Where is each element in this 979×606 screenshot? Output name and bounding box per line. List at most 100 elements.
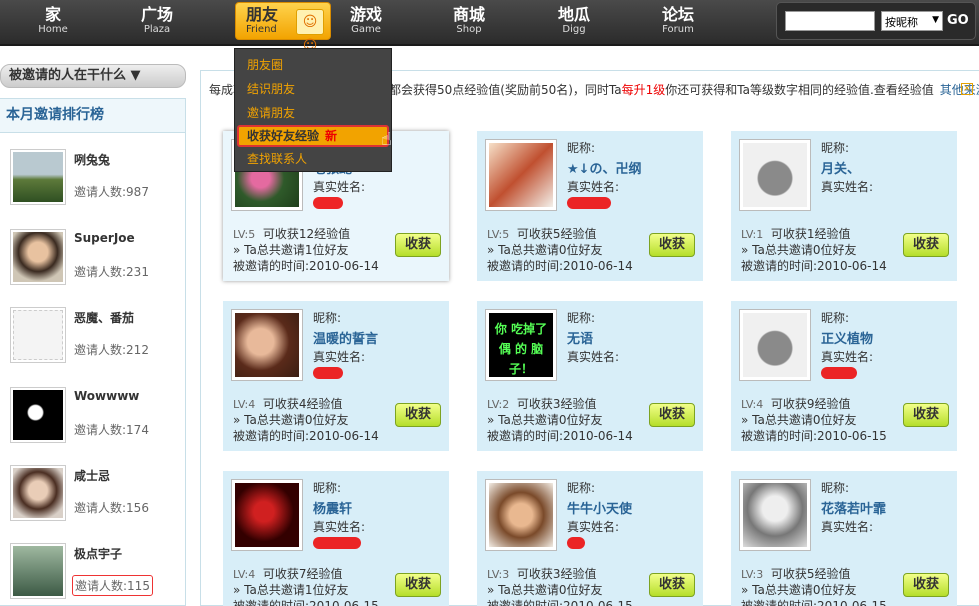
harvest-button[interactable]: 收获 — [903, 573, 949, 597]
rank-name[interactable]: 咧兔兔 — [74, 151, 110, 168]
invitee-activity-toggle[interactable]: 被邀请的人在干什么 ▼ — [0, 64, 186, 88]
avatar[interactable] — [10, 543, 66, 599]
friend-card: 昵称: 正义植物 真实姓名: LV:4 可收获9经验值 » Ta总共邀请0位好友… — [731, 301, 957, 451]
invite-time: 被邀请的时间:2010-06-15 — [233, 599, 379, 606]
avatar[interactable] — [739, 309, 811, 381]
avatar[interactable] — [485, 139, 557, 211]
nickname[interactable]: 杨震轩 — [313, 498, 352, 517]
rank-item[interactable]: Wowwww 邀请人数:174 — [8, 387, 178, 449]
nickname[interactable]: 牛牛小天使 — [567, 498, 632, 517]
menu-item-find-contacts[interactable]: 查找联系人 — [235, 147, 391, 171]
rank-name[interactable]: SuperJoe — [74, 231, 135, 245]
nav-forum[interactable]: 论坛 Forum — [643, 6, 713, 36]
level-value: LV:3 — [741, 568, 764, 581]
nickname[interactable]: 正义植物 — [821, 328, 873, 347]
sidebar: 被邀请的人在干什么 ▼ 本月邀请排行榜 咧兔兔 邀请人数:987 SuperJo… — [0, 60, 186, 606]
avatar[interactable] — [739, 479, 811, 551]
rank-name[interactable]: 咸士忌 — [74, 467, 110, 484]
nickname[interactable]: 月关、 — [821, 158, 860, 177]
avatar[interactable] — [231, 479, 303, 551]
avatar[interactable] — [10, 387, 66, 443]
avatar[interactable] — [10, 149, 66, 205]
real-name-label: 真实姓名: — [313, 350, 366, 364]
avatar[interactable] — [10, 465, 66, 521]
nav-home-label: 家 — [44, 5, 61, 24]
nav-digg[interactable]: 地瓜 Digg — [539, 6, 609, 36]
rank-item[interactable]: 咸士忌 邀请人数:156 — [8, 465, 178, 527]
harvest-button[interactable]: 收获 — [649, 573, 695, 597]
invite-count: » Ta总共邀请0位好友 — [741, 243, 857, 257]
harvest-button[interactable]: 收获 — [903, 233, 949, 257]
nav-shop-sub: Shop — [456, 24, 482, 35]
avatar[interactable] — [10, 307, 66, 363]
other-sources-link[interactable]: 其他来源 — [940, 83, 979, 97]
invite-count: » Ta总共邀请0位好友 — [233, 413, 349, 427]
nav-plaza[interactable]: 广场 Plaza — [122, 6, 192, 36]
redaction-mark — [567, 197, 611, 209]
nav-game[interactable]: 游戏 Game — [331, 6, 401, 36]
harvest-button[interactable]: 收获 — [395, 233, 441, 257]
rank-count: 邀请人数:174 — [74, 423, 149, 437]
avatar[interactable]: 你 吃掉了 偶 的 脑子！ — [485, 309, 557, 381]
invite-time: 被邀请的时间:2010-06-15 — [741, 599, 887, 606]
menu-item-invite-friends[interactable]: 邀请朋友 — [235, 101, 391, 125]
go-button[interactable]: GO — [947, 11, 969, 31]
level-value: LV:5 — [487, 228, 510, 241]
avatar[interactable] — [231, 309, 303, 381]
real-name-label: 真实姓名: — [567, 180, 620, 194]
redaction-mark — [313, 367, 343, 379]
menu-item-friend-circle[interactable]: 朋友圈 — [235, 53, 391, 77]
ranking-panel: 本月邀请排行榜 咧兔兔 邀请人数:987 SuperJoe 邀请人数:231 恶… — [0, 98, 186, 606]
search-input[interactable] — [785, 11, 875, 31]
rank-name[interactable]: Wowwww — [74, 389, 139, 403]
nav-shop[interactable]: 商城 Shop — [434, 6, 504, 36]
harvest-button[interactable]: 收获 — [649, 233, 695, 257]
card-level: LV:5 可收获5经验值 — [487, 225, 597, 242]
nav-home[interactable]: 家 Home — [18, 6, 88, 36]
nav-shop-label: 商城 — [452, 5, 485, 24]
rank-name[interactable]: 极点宇子 — [74, 545, 122, 562]
nickname[interactable]: 无语 — [567, 328, 593, 347]
rank-item[interactable]: SuperJoe 邀请人数:231 — [8, 229, 178, 291]
exp-gain: 可收获5经验值 — [516, 227, 597, 241]
nav-friend[interactable]: 朋友 Friend ☺☺ — [235, 2, 331, 54]
search-type-select[interactable]: 按昵称 ▼ — [881, 11, 943, 31]
invite-count: » Ta总共邀请1位好友 — [233, 583, 349, 597]
rank-item[interactable]: 咧兔兔 邀请人数:987 — [8, 149, 178, 211]
friend-card: 昵称: ★↓の、卍纲 真实姓名: LV:5 可收获5经验值 » Ta总共邀请0位… — [477, 131, 703, 281]
nickname-label: 昵称: — [821, 311, 850, 325]
harvest-button[interactable]: 收获 — [649, 403, 695, 427]
close-icon[interactable]: × — [961, 83, 973, 95]
exp-gain: 可收获1经验值 — [770, 227, 851, 241]
rank-count: 邀请人数:987 — [74, 185, 149, 199]
level-value: LV:4 — [741, 398, 764, 411]
nickname[interactable]: ★↓の、卍纲 — [567, 158, 642, 177]
card-level: LV:4 可收获7经验值 — [233, 565, 343, 582]
real-name-label: 真实姓名: — [821, 180, 874, 194]
rank-item[interactable]: 恶魔、番茄 邀请人数:212 — [8, 307, 178, 369]
rank-name[interactable]: 恶魔、番茄 — [74, 309, 134, 326]
nav-home-sub: Home — [38, 24, 68, 35]
menu-item-meet-friends[interactable]: 结识朋友 — [235, 77, 391, 101]
nav-digg-label: 地瓜 — [557, 5, 590, 24]
avatar[interactable] — [485, 479, 557, 551]
notice-highlight: 每升1级 — [621, 83, 666, 97]
rank-count: 邀请人数:156 — [74, 501, 149, 515]
real-name-label: 真实姓名: — [313, 520, 366, 534]
menu-item-harvest-exp[interactable]: 收获好友经验新 — [237, 125, 389, 147]
redaction-mark — [821, 367, 857, 379]
avatar[interactable] — [10, 229, 66, 285]
avatar-caption: 你 吃掉了 偶 的 脑子！ — [489, 313, 553, 377]
harvest-button[interactable]: 收获 — [903, 403, 949, 427]
harvest-button[interactable]: 收获 — [395, 403, 441, 427]
nav-plaza-label: 广场 — [140, 5, 173, 24]
harvest-button[interactable]: 收获 — [395, 573, 441, 597]
exp-gain: 可收获12经验值 — [262, 227, 351, 241]
nickname-label: 昵称: — [313, 311, 342, 325]
invite-time: 被邀请的时间:2010-06-15 — [741, 429, 887, 443]
card-level: LV:5 可收获12经验值 — [233, 225, 350, 242]
nickname[interactable]: 花落若叶霏 — [821, 498, 886, 517]
nickname[interactable]: 温暖的誓言 — [313, 328, 378, 347]
avatar[interactable] — [739, 139, 811, 211]
rank-item[interactable]: 极点宇子 邀请人数:115 — [8, 543, 178, 605]
